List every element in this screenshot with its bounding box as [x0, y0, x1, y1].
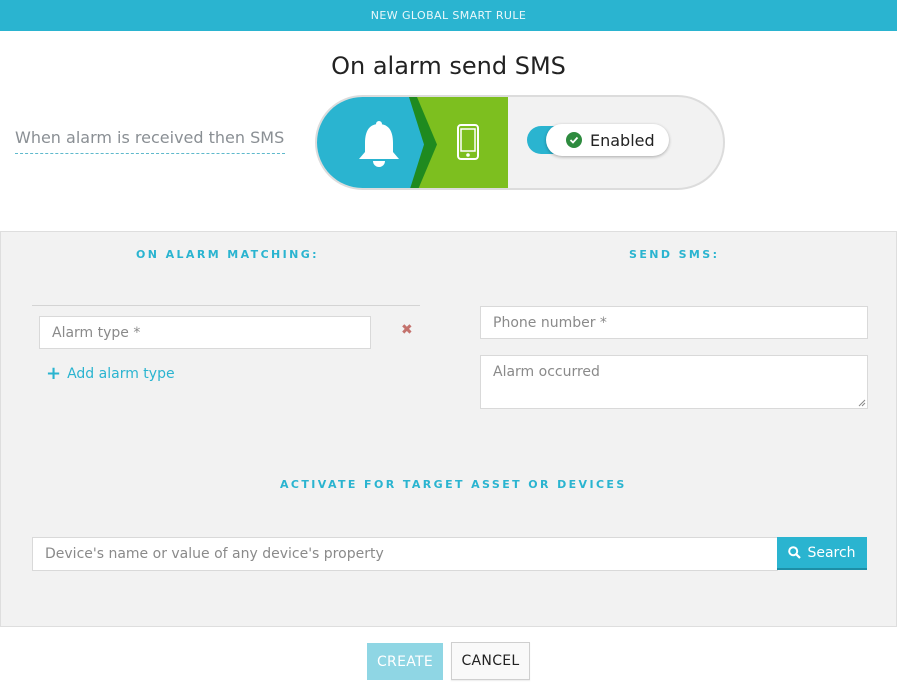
- enabled-toggle[interactable]: Enabled: [527, 124, 669, 156]
- toggle-label: Enabled: [590, 130, 655, 150]
- mobile-phone-icon: [457, 124, 479, 160]
- alarm-matching-heading: ON ALARM MATCHING:: [136, 248, 319, 261]
- toggle-knob[interactable]: Enabled: [546, 124, 669, 156]
- send-sms-heading: SEND SMS:: [629, 248, 720, 261]
- check-circle-icon: [566, 132, 582, 148]
- device-search-input[interactable]: Device's name or value of any device's p…: [32, 537, 778, 571]
- flow-chevron: [397, 97, 437, 188]
- sms-message-value: Alarm occurred: [493, 364, 600, 380]
- phone-number-input[interactable]: Phone number *: [480, 306, 868, 339]
- section-divider: [32, 305, 420, 306]
- phone-number-placeholder: Phone number *: [493, 314, 607, 331]
- rule-description[interactable]: When alarm is received then SMS: [15, 128, 285, 154]
- alarm-type-input[interactable]: Alarm type *: [39, 316, 371, 349]
- remove-alarm-type-button[interactable]: ✖: [401, 322, 413, 338]
- plus-icon: +: [46, 363, 62, 384]
- resize-handle-icon[interactable]: [858, 399, 866, 407]
- add-alarm-type-link[interactable]: + Add alarm type: [46, 363, 175, 384]
- alarm-type-placeholder: Alarm type *: [52, 324, 141, 341]
- search-button-label: Search: [807, 544, 856, 561]
- rule-config-panel: ON ALARM MATCHING: SEND SMS: Alarm type …: [0, 231, 897, 627]
- cancel-button[interactable]: CANCEL: [451, 642, 530, 680]
- search-button[interactable]: Search: [777, 537, 867, 570]
- add-alarm-type-label: Add alarm type: [67, 366, 175, 382]
- dialog-title: NEW GLOBAL SMART RULE: [370, 9, 527, 22]
- rule-title: On alarm send SMS: [331, 52, 566, 80]
- rule-flow-pill: Enabled: [315, 95, 725, 190]
- sms-message-textarea[interactable]: Alarm occurred: [480, 355, 868, 409]
- dialog-header: NEW GLOBAL SMART RULE: [0, 0, 897, 31]
- bell-icon: [359, 121, 399, 167]
- search-icon: [788, 546, 802, 559]
- target-heading: ACTIVATE FOR TARGET ASSET OR DEVICES: [280, 478, 627, 491]
- device-search-placeholder: Device's name or value of any device's p…: [45, 546, 384, 562]
- create-button[interactable]: CREATE: [367, 643, 443, 680]
